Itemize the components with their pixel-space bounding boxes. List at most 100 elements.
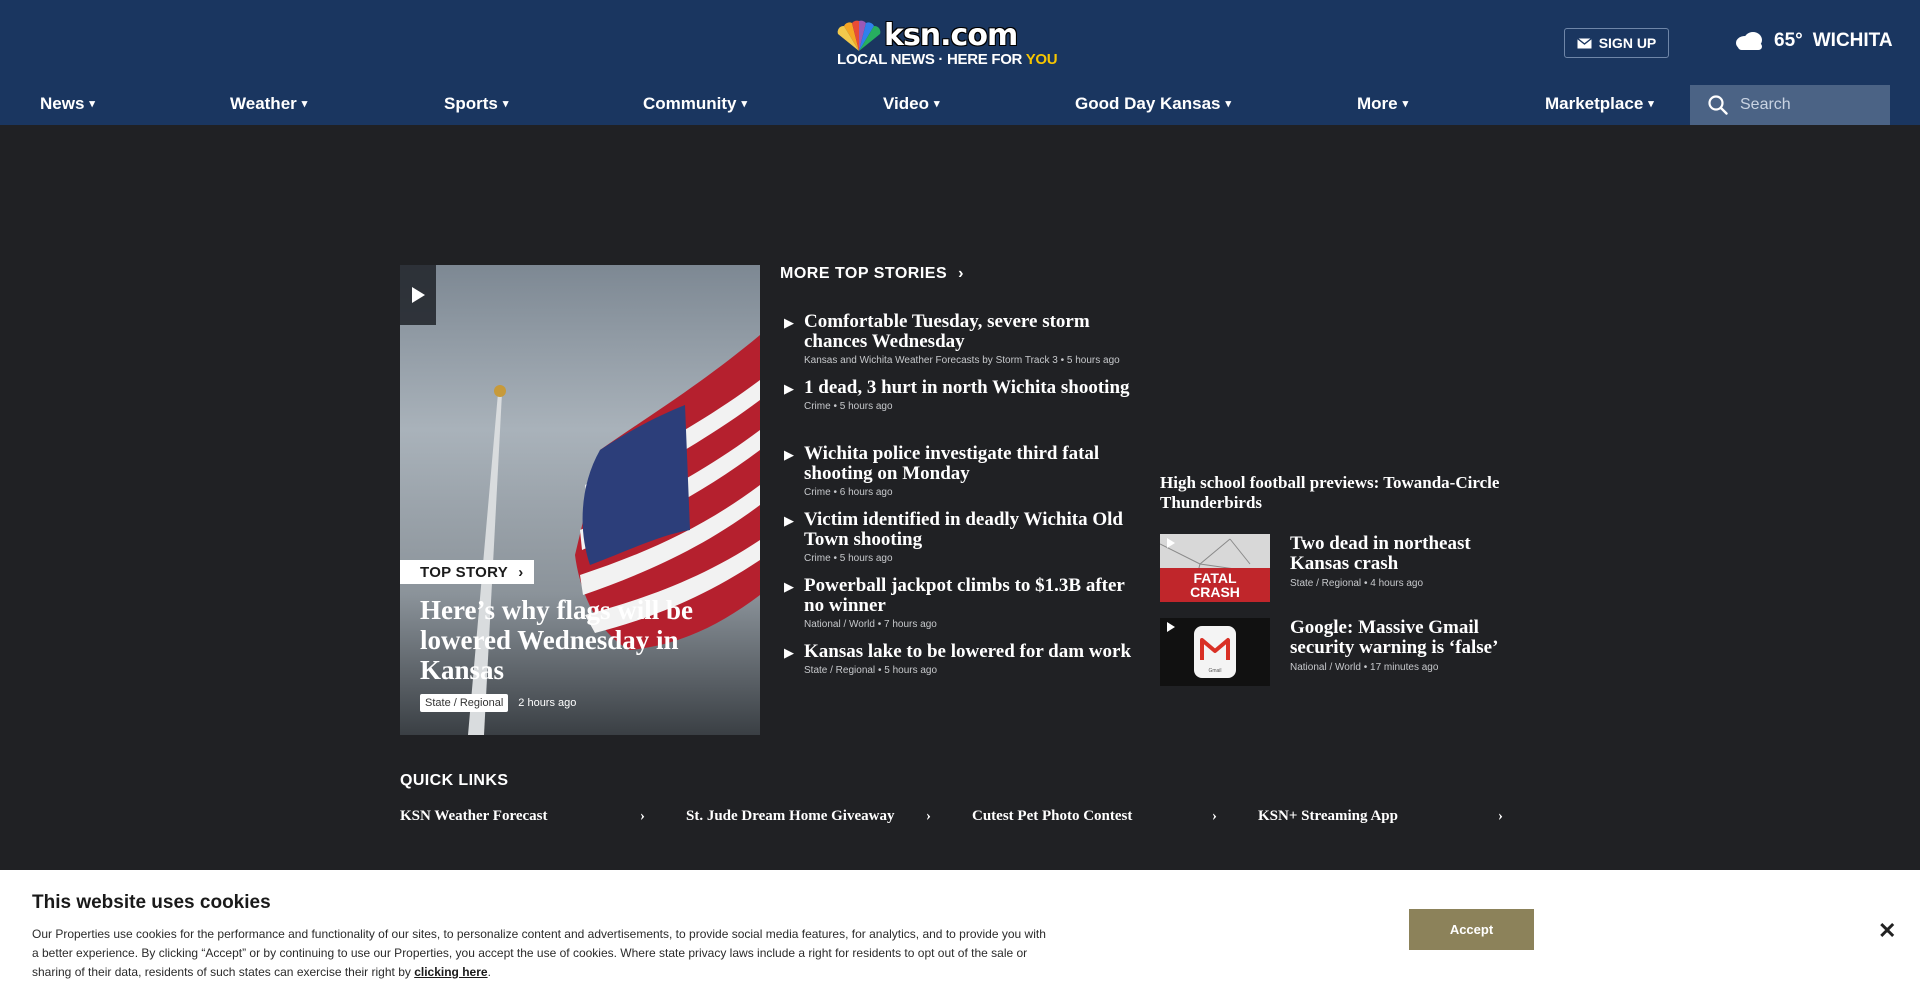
- top-story-label: TOP STORY ›: [400, 560, 534, 584]
- mail-icon: [1576, 37, 1592, 48]
- opt-out-link[interactable]: clicking here: [414, 965, 487, 979]
- list-item[interactable]: ▶ Powerball jackpot climbs to $1.3B afte…: [784, 576, 1134, 642]
- play-icon: ▶: [784, 381, 794, 396]
- story-headline[interactable]: Kansas lake to be lowered for dam work: [804, 642, 1134, 662]
- timestamp: 5 hours ago: [884, 665, 938, 676]
- cookie-body-text: Our Properties use cookies for the perfo…: [32, 927, 1046, 979]
- top-story-headline[interactable]: Here’s why flags will be lowered Wednesd…: [420, 595, 740, 685]
- thumbnail-text-line-2: CRASH: [1190, 584, 1240, 600]
- chevron-down-icon: ▾: [1225, 98, 1232, 110]
- more-top-stories-list: ▶ Comfortable Tuesday, severe storm chan…: [784, 312, 1134, 708]
- quick-link[interactable]: Cutest Pet Photo Contest ›: [972, 808, 1217, 825]
- nav-item-video[interactable]: Video ▾: [883, 94, 940, 114]
- nav-item-label: Community: [643, 94, 737, 113]
- play-icon: ▶: [784, 579, 794, 594]
- chevron-down-icon: ▾: [933, 98, 940, 110]
- logo-tagline-highlight: YOU: [1025, 51, 1058, 68]
- nav-item-community[interactable]: Community ▾: [643, 94, 747, 114]
- play-icon: ▶: [784, 447, 794, 462]
- more-top-stories-heading[interactable]: MORE TOP STORIES ›: [780, 265, 964, 283]
- chevron-right-icon: ›: [1498, 808, 1503, 824]
- list-item[interactable]: ▶ 1 dead, 3 hurt in north Wichita shooti…: [784, 378, 1134, 444]
- story-meta: National / World • 7 hours ago: [804, 619, 937, 630]
- weather-temp: 65°: [1774, 30, 1803, 51]
- nav-item-label: More: [1357, 94, 1398, 113]
- timestamp: 17 minutes ago: [1370, 662, 1439, 673]
- story-category[interactable]: National / World: [1290, 662, 1361, 673]
- story-text: Google: Massive Gmail security warning i…: [1290, 618, 1515, 674]
- cookie-body-end: .: [487, 965, 491, 979]
- quick-link-label: Cutest Pet Photo Contest: [972, 808, 1133, 824]
- nav-item-label: Sports: [444, 94, 498, 113]
- nav-item-marketplace[interactable]: Marketplace ▾: [1545, 94, 1654, 114]
- story-category[interactable]: State / Regional: [1290, 578, 1361, 589]
- timestamp: 2 hours ago: [518, 697, 577, 709]
- quick-links-row: KSN Weather Forecast › St. Jude Dream Hom…: [400, 808, 1510, 828]
- story-category[interactable]: National / World: [804, 619, 875, 630]
- top-story-card[interactable]: TOP STORY › Here’s why flags will be low…: [400, 265, 760, 735]
- weather-city: WICHITA: [1812, 30, 1893, 51]
- story-headline[interactable]: Two dead in northeast Kansas crash: [1290, 534, 1515, 574]
- story-meta: State / Regional • 4 hours ago: [1290, 578, 1424, 589]
- chevron-right-icon: ›: [958, 265, 964, 282]
- timestamp: 5 hours ago: [1066, 355, 1120, 366]
- list-item[interactable]: ▶ Wichita police investigate third fatal…: [784, 444, 1134, 510]
- chevron-right-icon: ›: [926, 808, 931, 824]
- quick-link[interactable]: KSN Weather Forecast ›: [400, 808, 645, 825]
- chevron-down-icon: ▾: [741, 98, 748, 110]
- search-box[interactable]: [1690, 85, 1890, 125]
- story-headline[interactable]: Wichita police investigate third fatal s…: [804, 444, 1134, 484]
- story-card[interactable]: FATAL CRASH Two dead in northeast Kansas…: [1160, 534, 1515, 604]
- story-headline[interactable]: Victim identified in deadly Wichita Old …: [804, 510, 1134, 550]
- story-card[interactable]: Gmail Google: Massive Gmail security war…: [1160, 618, 1515, 688]
- nav-item-sports[interactable]: Sports ▾: [444, 94, 508, 114]
- site-logo[interactable]: ksn.com LOCAL NEWS · HERE FOR YOU: [836, 18, 1084, 70]
- accept-cookies-button[interactable]: Accept: [1409, 909, 1534, 950]
- story-headline[interactable]: Google: Massive Gmail security warning i…: [1290, 618, 1515, 658]
- story-category[interactable]: State / Regional: [804, 665, 875, 676]
- top-story-meta: State / Regional 2 hours ago: [420, 694, 576, 712]
- story-headline[interactable]: Powerball jackpot climbs to $1.3B after …: [804, 576, 1134, 616]
- chevron-down-icon: ▾: [1402, 98, 1409, 110]
- nav-item-more[interactable]: More ▾: [1357, 94, 1408, 114]
- quick-link[interactable]: St. Jude Dream Home Giveaway ›: [686, 808, 931, 825]
- list-item[interactable]: ▶ Victim identified in deadly Wichita Ol…: [784, 510, 1134, 576]
- play-icon: ▶: [784, 513, 794, 528]
- cookie-body: Our Properties use cookies for the perfo…: [32, 925, 1052, 982]
- list-item[interactable]: ▶ Kansas lake to be lowered for dam work…: [784, 642, 1134, 708]
- story-category[interactable]: Crime: [804, 401, 831, 412]
- weather-widget[interactable]: 65° WICHITA: [1734, 30, 1893, 52]
- chevron-right-icon: ›: [1212, 808, 1217, 824]
- story-headline[interactable]: Comfortable Tuesday, severe storm chance…: [804, 312, 1134, 352]
- list-item[interactable]: ▶ Comfortable Tuesday, severe storm chan…: [784, 312, 1134, 378]
- story-thumbnail[interactable]: FATAL CRASH: [1160, 534, 1270, 602]
- sign-up-button[interactable]: SIGN UP: [1564, 28, 1669, 58]
- search-input[interactable]: [1740, 96, 1880, 114]
- nav-item-good-day-kansas[interactable]: Good Day Kansas ▾: [1075, 94, 1231, 114]
- story-meta: National / World • 17 minutes ago: [1290, 662, 1439, 673]
- video-play-button[interactable]: [400, 265, 436, 325]
- close-icon[interactable]: ✕: [1878, 918, 1896, 944]
- cookie-title: This website uses cookies: [32, 892, 271, 913]
- story-headline[interactable]: 1 dead, 3 hurt in north Wichita shooting: [804, 378, 1134, 398]
- story-meta: Crime • 6 hours ago: [804, 487, 893, 498]
- nav-item-news[interactable]: News ▾: [40, 94, 95, 114]
- timestamp: 5 hours ago: [839, 553, 893, 564]
- story-headline[interactable]: High school football previews: Towanda-C…: [1160, 473, 1515, 513]
- story-category[interactable]: Crime: [804, 553, 831, 564]
- timestamp: 4 hours ago: [1370, 578, 1424, 589]
- chevron-down-icon: ▾: [89, 98, 95, 110]
- story-category[interactable]: Crime: [804, 487, 831, 498]
- nav-item-weather[interactable]: Weather ▾: [230, 94, 307, 114]
- thumbnail-text: Gmail: [1208, 668, 1221, 674]
- story-category[interactable]: Kansas and Wichita Weather Forecasts by …: [804, 355, 1058, 366]
- quick-link[interactable]: KSN+ Streaming App ›: [1258, 808, 1503, 825]
- play-icon: ▶: [784, 645, 794, 660]
- category-tag[interactable]: State / Regional: [420, 694, 509, 712]
- story-thumbnail[interactable]: Gmail: [1160, 618, 1270, 686]
- nav-item-label: News: [40, 94, 85, 113]
- story-text: Two dead in northeast Kansas crash State…: [1290, 534, 1515, 590]
- main-nav: News ▾ Weather ▾ Sports ▾ Community ▾ Video ▾…: [0, 84, 1920, 125]
- chevron-right-icon: ›: [640, 808, 645, 824]
- quick-link-label: KSN Weather Forecast: [400, 808, 548, 824]
